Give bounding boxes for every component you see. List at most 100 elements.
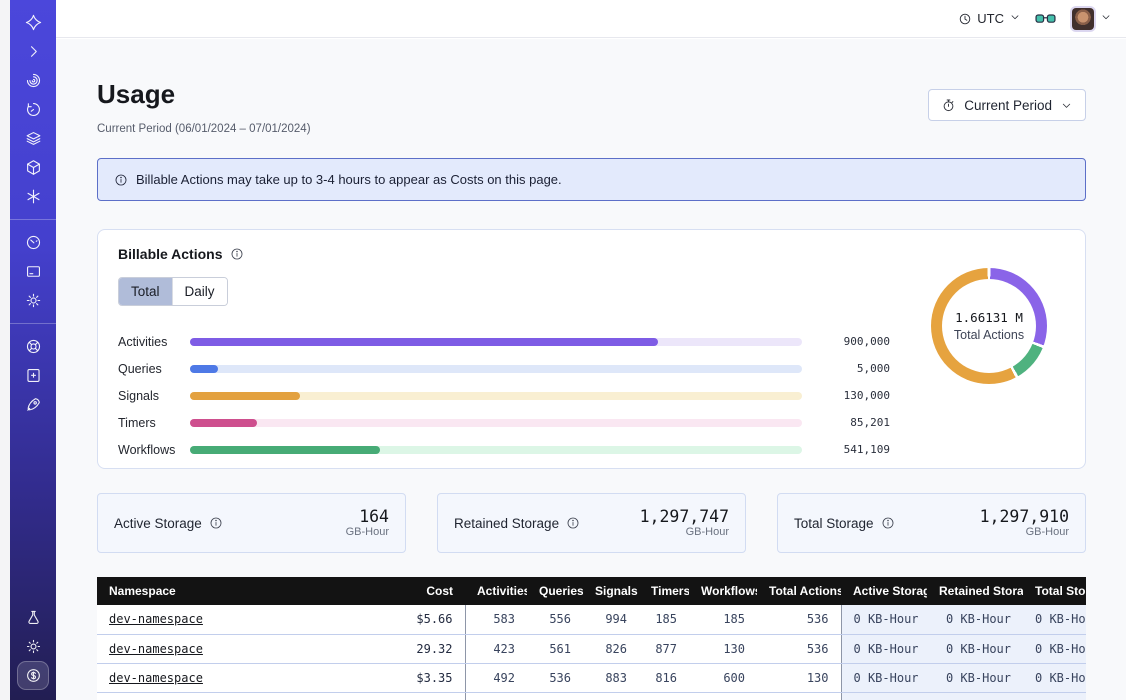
topbar: UTC	[56, 0, 1126, 38]
info-icon[interactable]	[230, 247, 244, 261]
table-cell: 185	[689, 605, 757, 634]
namespace-link[interactable]: dev-namespace	[109, 642, 203, 656]
tab-daily[interactable]: Daily	[172, 278, 227, 305]
current-period-label: Current Period	[964, 98, 1052, 113]
retained-storage-value: 1,297,747	[640, 508, 729, 526]
banner-text: Billable Actions may take up to 3-4 hour…	[136, 172, 562, 187]
bar-label: Workflows	[118, 443, 184, 457]
getting-started-rocket-icon[interactable]	[17, 390, 49, 419]
namespace-link[interactable]: dev-namespace	[109, 612, 203, 626]
donut-total-value: 1.66131 M	[955, 310, 1023, 325]
bar-track	[190, 338, 802, 346]
table-cell: dev-namespace	[97, 634, 365, 663]
table-cell: 29.32	[365, 634, 465, 663]
current-period-button[interactable]: Current Period	[928, 89, 1086, 121]
chevron-down-icon	[1009, 11, 1021, 26]
settings-gear-icon[interactable]	[17, 286, 49, 315]
main-content: Usage Current Period (06/01/2024 – 07/01…	[56, 39, 1126, 700]
namespace-link[interactable]: dev-namespace	[109, 671, 203, 685]
column-header-cost: Cost	[365, 577, 465, 605]
table-cell: 600	[689, 663, 757, 692]
bar-label: Activities	[118, 335, 184, 349]
bar-track	[190, 392, 802, 400]
table-cell: 536	[757, 605, 841, 634]
usage-billing-dollar-icon[interactable]	[17, 661, 49, 690]
table-cell: 0 KB-Hour	[841, 605, 927, 634]
table-cell: $3.35	[365, 663, 465, 692]
active-storage-card: Active Storage 164 GB-Hour	[97, 493, 406, 553]
bar-track	[190, 365, 802, 373]
table-cell	[465, 692, 527, 700]
usage-gauge-icon[interactable]	[17, 228, 49, 257]
table-cell: 185	[639, 605, 689, 634]
billable-bar-row-queries: Queries5,000	[118, 355, 890, 382]
table-cell: 0 KB-Hour	[841, 634, 927, 663]
sidebar-divider	[10, 323, 56, 324]
bar-fill	[190, 338, 658, 346]
table-header-row: NamespaceCostActivitiesQueriesSignalsTim…	[97, 577, 1086, 605]
table-cell: 0 KB-Hour	[927, 605, 1023, 634]
layers-icon[interactable]	[17, 124, 49, 153]
user-menu[interactable]	[1070, 6, 1112, 32]
billing-card-icon[interactable]	[17, 257, 49, 286]
active-storage-value: 164	[346, 508, 389, 526]
stopwatch-icon	[941, 98, 956, 113]
docs-book-plus-icon[interactable]	[17, 361, 49, 390]
table-cell: 883	[583, 663, 639, 692]
table-cell: 130	[689, 634, 757, 663]
column-header-timers: Timers	[639, 577, 689, 605]
table-cell	[841, 692, 927, 700]
sidebar-divider	[10, 219, 56, 220]
info-icon	[114, 173, 128, 187]
nexus-asterisk-icon[interactable]	[17, 182, 49, 211]
storage-cards: Active Storage 164 GB-Hour Retained Stor…	[97, 493, 1086, 553]
bar-track	[190, 419, 802, 427]
column-header-retained-storage: Retained Storage	[927, 577, 1023, 605]
schedules-clock-icon[interactable]	[17, 95, 49, 124]
table-cell: 0 KB-Hour	[1023, 634, 1086, 663]
info-icon[interactable]	[881, 516, 895, 530]
namespaces-spiral-icon[interactable]	[17, 66, 49, 95]
table-cell	[365, 692, 465, 700]
timezone-dropdown[interactable]: UTC	[958, 11, 1021, 26]
theme-sun-icon[interactable]	[17, 632, 49, 661]
expand-sidebar-chevron-icon[interactable]	[17, 37, 49, 66]
temporal-logo-icon[interactable]	[17, 8, 49, 37]
info-icon[interactable]	[209, 516, 223, 530]
app-window: UTC Usage Current Period (06/01/2024 – 0…	[0, 0, 1126, 700]
billable-actions-title: Billable Actions	[118, 246, 244, 262]
bar-value: 541,109	[818, 443, 890, 456]
bar-track	[190, 446, 802, 454]
table-cell: 0 KB-Hour	[1023, 663, 1086, 692]
active-storage-label-text: Active Storage	[114, 516, 202, 531]
billable-bar-row-signals: Signals130,000	[118, 382, 890, 409]
page-title: Usage	[97, 79, 175, 110]
info-icon[interactable]	[566, 516, 580, 530]
tab-total[interactable]: Total	[119, 278, 172, 305]
column-header-activities: Activities	[465, 577, 527, 605]
cube-icon[interactable]	[17, 153, 49, 182]
bar-value: 130,000	[818, 389, 890, 402]
column-header-queries: Queries	[527, 577, 583, 605]
support-lifebuoy-icon[interactable]	[17, 332, 49, 361]
table-row: dev-namespace$5.665835569941851855360 KB…	[97, 605, 1086, 634]
total-storage-value: 1,297,910	[980, 508, 1069, 526]
total-storage-unit: GB-Hour	[980, 526, 1069, 538]
bar-label: Queries	[118, 362, 184, 376]
column-header-total-storage: Total Storage	[1023, 577, 1086, 605]
table-cell: dev-namespace	[97, 663, 365, 692]
clock-icon	[958, 12, 972, 26]
retained-storage-card: Retained Storage 1,297,747 GB-Hour	[437, 493, 746, 553]
table-cell: 423	[465, 634, 527, 663]
total-storage-value-block: 1,297,910 GB-Hour	[980, 508, 1069, 538]
table-cell: 536	[757, 634, 841, 663]
column-header-active-storage: Active Storage	[841, 577, 927, 605]
feedback-glasses-icon[interactable]	[1035, 11, 1056, 26]
billable-bar-row-timers: Timers85,201	[118, 409, 890, 436]
retained-storage-label-text: Retained Storage	[454, 516, 559, 531]
chevron-down-icon	[1100, 10, 1112, 28]
active-storage-label: Active Storage	[114, 516, 223, 531]
column-header-namespace: Namespace	[97, 577, 365, 605]
window-gutter	[0, 0, 10, 700]
labs-flask-icon[interactable]	[17, 603, 49, 632]
